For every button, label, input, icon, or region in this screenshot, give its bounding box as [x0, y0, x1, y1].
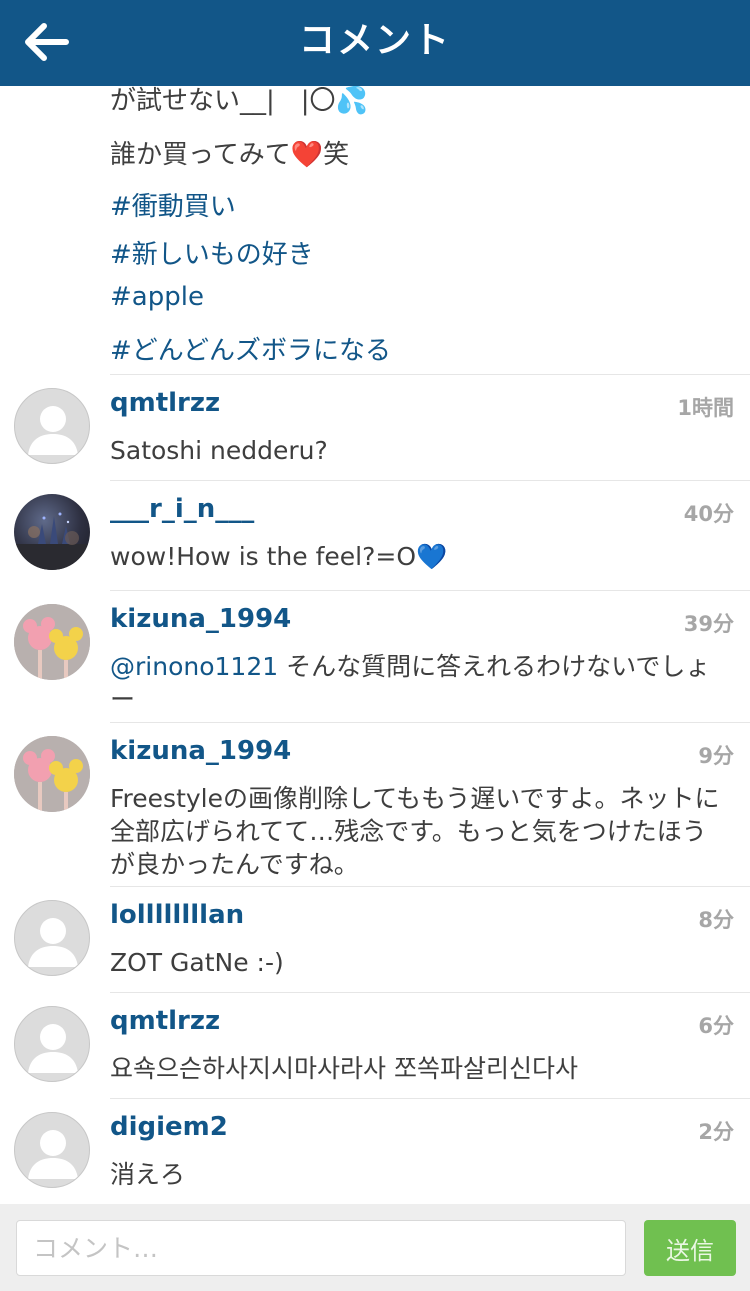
mouse-cookie-photo-icon: [14, 604, 90, 680]
mention-link[interactable]: @rinono1121: [110, 652, 278, 681]
night-castle-photo-icon: [14, 512, 90, 570]
comment-text: Satoshi nedderu?: [110, 436, 328, 465]
avatar[interactable]: [14, 1112, 90, 1188]
comment-text: wow!How is the feel?=O💙: [110, 542, 448, 571]
comment-text: Freestyleの画像削除してももう遅いですよ。ネットに全部広げられてて…残念…: [110, 784, 720, 879]
comment-item: ___r_i_n___ 40分 wow!How is the feel?=O💙: [0, 480, 750, 590]
default-avatar-icon: [28, 918, 78, 967]
comment-input[interactable]: [16, 1220, 626, 1276]
comment-timestamp: 39分: [683, 612, 734, 636]
comment-text: @rinono1121 そんな質問に答えれるわけないでしょー: [110, 650, 730, 716]
avatar[interactable]: [14, 494, 90, 570]
avatar[interactable]: [14, 736, 90, 812]
caption-line: 誰か買ってみて❤️笑: [110, 140, 350, 170]
divider: [110, 886, 750, 887]
comment-username[interactable]: qmtlrzz: [110, 388, 220, 418]
page-title: コメント: [298, 20, 451, 61]
send-button[interactable]: 送信: [644, 1220, 736, 1276]
comment-timestamp: 2分: [698, 1120, 734, 1144]
comment-item: lollllllllan 8分 ZOT GatNe :-): [0, 886, 750, 992]
comment-list[interactable]: が試せない__| |〇💦 誰か買ってみて❤️笑 #衝動買い #新しいもの好き #…: [0, 86, 750, 1204]
hashtag-link[interactable]: #新しいもの好き: [110, 234, 314, 271]
hashtag-link[interactable]: #衝動買い: [110, 186, 236, 223]
divider: [110, 992, 750, 993]
comment-timestamp: 6分: [698, 1014, 734, 1038]
comment-text: 消えろ: [110, 1160, 186, 1189]
mouse-cookie-photo-icon: [14, 736, 90, 812]
comment-timestamp: 40分: [683, 502, 734, 526]
comment-item: qmtlrzz 6分 요쇽으슨하사지시마사라사 쪼쏙파살리신다사: [0, 992, 750, 1098]
comment-timestamp: 9分: [698, 744, 734, 768]
comment-username[interactable]: kizuna_1994: [110, 604, 291, 634]
divider: [110, 374, 750, 375]
avatar[interactable]: [14, 604, 90, 680]
comment-username[interactable]: lollllllllan: [110, 900, 244, 930]
default-avatar-icon: [28, 1130, 78, 1179]
divider: [110, 722, 750, 723]
avatar[interactable]: [14, 900, 90, 976]
comment-composer: 送信: [0, 1204, 750, 1291]
default-avatar-icon: [28, 406, 78, 455]
hashtag-link[interactable]: #どんどんズボラになる: [110, 330, 391, 367]
comment-item: kizuna_1994 9分 Freestyleの画像削除してももう遅いですよ。…: [0, 722, 750, 886]
app-header: コメント: [0, 0, 750, 86]
comment-username[interactable]: qmtlrzz: [110, 1006, 220, 1036]
comment-item: qmtlrzz 1時間 Satoshi nedderu?: [0, 374, 750, 480]
comment-item: kizuna_1994 39分 @rinono1121 そんな質問に答えれるわけ…: [0, 590, 750, 722]
comment-timestamp: 1時間: [677, 396, 734, 420]
caption-line: が試せない__| |〇💦: [110, 86, 368, 116]
avatar[interactable]: [14, 1006, 90, 1082]
divider: [110, 480, 750, 481]
comment-timestamp: 8分: [698, 908, 734, 932]
comment-text: 요쇽으슨하사지시마사라사 쪼쏙파살리신다사: [110, 1054, 578, 1083]
avatar[interactable]: [14, 388, 90, 464]
divider: [110, 1098, 750, 1099]
comment-username[interactable]: digiem2: [110, 1112, 228, 1142]
default-avatar-icon: [28, 1024, 78, 1073]
comment-text: ZOT GatNe :-): [110, 948, 284, 977]
comment-username[interactable]: kizuna_1994: [110, 736, 291, 766]
comment-username[interactable]: ___r_i_n___: [110, 494, 254, 524]
hashtag-link[interactable]: #apple: [110, 282, 204, 312]
comment-item: digiem2 2分 消えろ: [0, 1098, 750, 1204]
divider: [110, 590, 750, 591]
